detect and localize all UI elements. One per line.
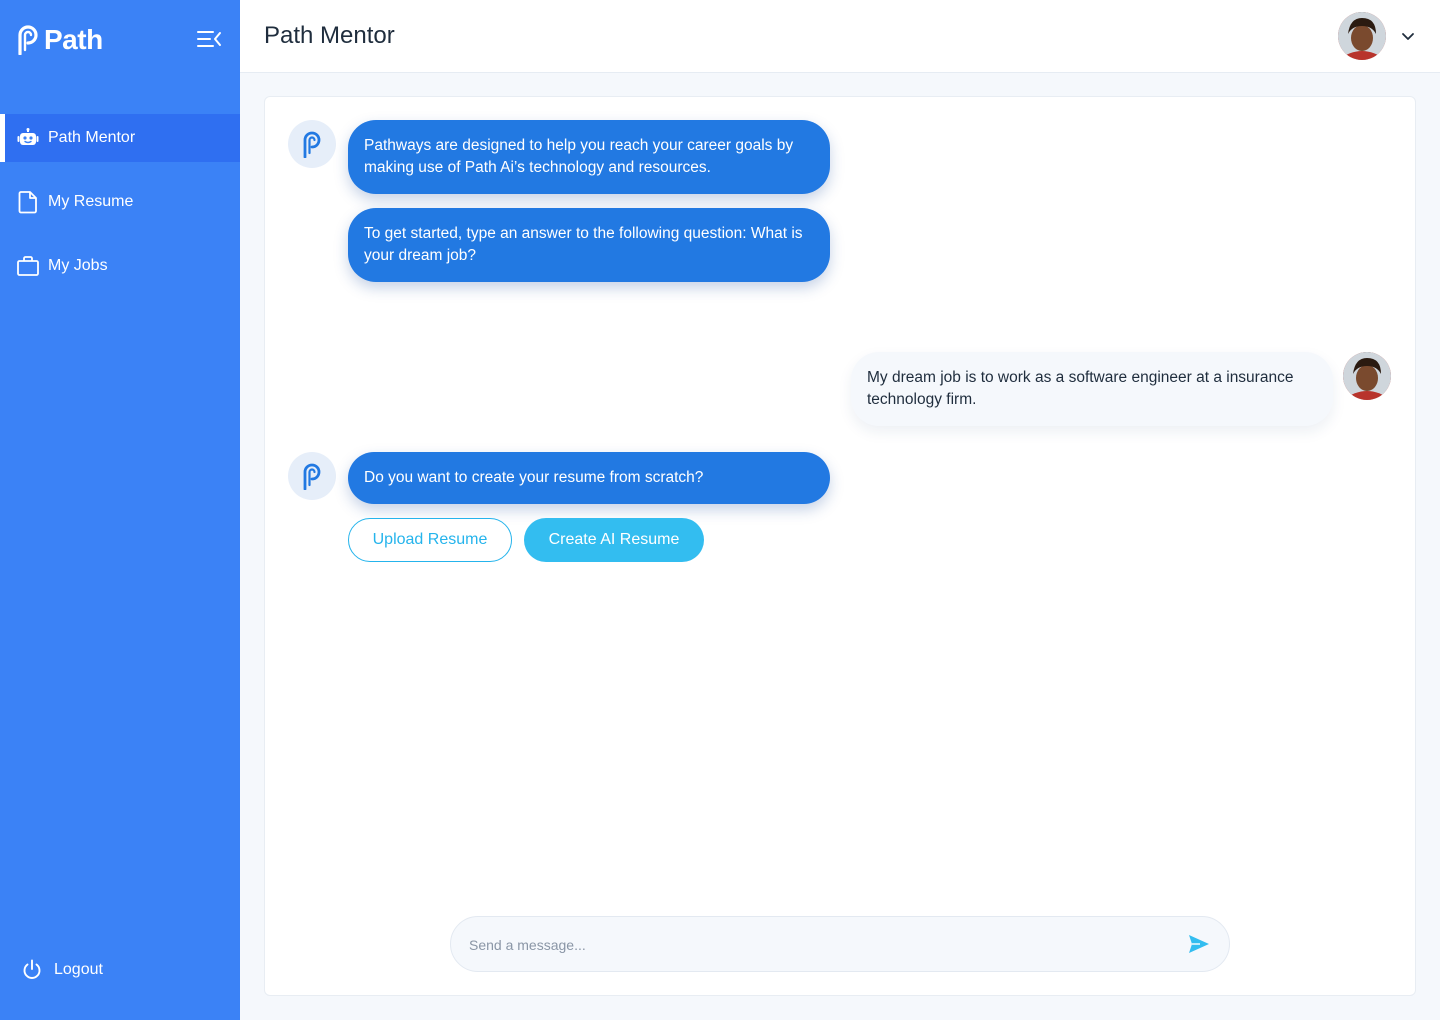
path-logo-icon	[303, 131, 321, 158]
sidebar-item-my-jobs[interactable]: My Jobs	[0, 242, 240, 290]
menu-collapse-icon	[197, 31, 221, 47]
chat-panel: Pathways are designed to help you reach …	[264, 96, 1416, 996]
message-composer	[450, 916, 1230, 973]
logout-label: Logout	[54, 961, 103, 978]
page-title: Path Mentor	[264, 22, 395, 49]
bot-message: Do you want to create your resume from s…	[348, 452, 830, 504]
bot-avatar	[288, 452, 336, 500]
briefcase-icon	[16, 254, 40, 278]
upload-resume-button[interactable]: Upload Resume	[348, 518, 512, 562]
sidebar-item-path-mentor[interactable]: Path Mentor	[0, 114, 240, 162]
collapse-sidebar-button[interactable]	[194, 26, 224, 52]
avatar[interactable]	[1338, 12, 1386, 60]
sidebar-item-label: Path Mentor	[48, 129, 136, 146]
brand-logo[interactable]: Path	[16, 24, 103, 56]
logout-button[interactable]: Logout	[20, 958, 103, 982]
bot-message: To get started, type an answer to the fo…	[348, 208, 830, 282]
user-message: My dream job is to work as a software en…	[851, 352, 1333, 426]
path-logo-icon	[303, 463, 321, 490]
top-header: Path Mentor	[240, 0, 1440, 73]
send-icon[interactable]	[1187, 933, 1211, 955]
sidebar-item-label: My Resume	[48, 193, 134, 210]
create-ai-resume-button[interactable]: Create AI Resume	[524, 518, 704, 562]
path-logo-icon	[18, 25, 38, 55]
avatar	[1343, 352, 1391, 400]
chevron-down-icon[interactable]	[1400, 28, 1416, 44]
robot-icon	[16, 126, 40, 150]
sidebar-nav: Path Mentor My Resume My Jobs	[0, 114, 240, 306]
bot-message: Pathways are designed to help you reach …	[348, 120, 830, 194]
message-input[interactable]	[467, 917, 1171, 973]
sidebar: Path Path Mentor My Resume My Jobs Logou…	[0, 0, 240, 1020]
brand-name: Path	[44, 24, 103, 55]
bot-avatar	[288, 120, 336, 168]
user-menu[interactable]	[1338, 12, 1416, 60]
sidebar-item-label: My Jobs	[48, 257, 108, 274]
sidebar-item-my-resume[interactable]: My Resume	[0, 178, 240, 226]
power-icon	[20, 958, 44, 982]
document-icon	[16, 190, 40, 214]
